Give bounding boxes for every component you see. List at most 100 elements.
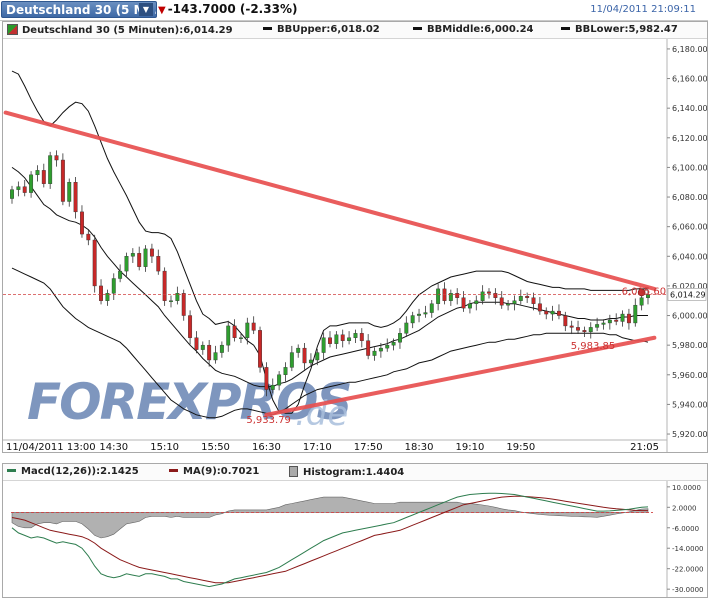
candle-body: [506, 303, 511, 306]
candle-body: [67, 182, 72, 202]
candle-body: [328, 337, 332, 344]
legend-histogram-value: Histogram:1.4404: [303, 467, 405, 478]
candle-body: [417, 313, 421, 316]
candle-body: [99, 285, 103, 301]
candle-body: [626, 313, 631, 324]
y-tick-label: 6,060.00: [672, 223, 707, 232]
last-update-datetime: 11/04/2011 21:09:11: [590, 4, 696, 15]
price-annotation: 5,983.85: [571, 341, 616, 352]
candle-body: [537, 303, 542, 312]
candle-body: [499, 297, 504, 306]
macd-y-tick-label: -22.0000: [672, 566, 703, 574]
y-tick-label: 6,120.00: [672, 134, 707, 143]
candle-body: [334, 334, 339, 344]
candle-body: [35, 170, 40, 176]
y-tick-label: 5,920.00: [672, 430, 707, 439]
x-tick-label: 19:10: [456, 442, 485, 452]
y-tick-label: 6,000.00: [672, 312, 707, 321]
candle-body: [512, 300, 517, 304]
candle-body: [385, 344, 390, 349]
candle-body: [353, 333, 358, 338]
candle-body: [576, 327, 580, 331]
candle-body: [429, 303, 434, 313]
candle-body: [226, 325, 231, 346]
bb-middle-swatch: [413, 26, 422, 30]
candle-body: [118, 270, 123, 279]
macd-y-tick-label: 2.0000: [672, 504, 697, 512]
candle-body: [92, 239, 97, 287]
candle-body: [296, 347, 301, 353]
y-tick-label: 5,940.00: [672, 400, 707, 409]
macd-panel: Macd(12,26)):2.1425 MA(9):0.7021 Histogr…: [2, 463, 708, 598]
histogram-swatch: [289, 466, 298, 477]
candle-body: [264, 367, 269, 390]
legend-macd-value: Macd(12,26)):2.1425: [21, 466, 139, 477]
candle-body: [200, 344, 205, 350]
candle-body: [283, 367, 288, 375]
macd-y-tick-label: 10.0000: [672, 484, 701, 492]
price-chart[interactable]: 6,180.00 6,160.00 6,140.00 6,120.00 6,100.00…: [3, 39, 707, 452]
candlestick-icon: [7, 24, 18, 35]
candle-body: [188, 315, 193, 338]
legend-macd: Macd(12,26)):2.1425: [7, 466, 139, 477]
macd-histogram: [11, 496, 649, 539]
candle-body: [639, 297, 644, 306]
x-tick-label: 21:05: [630, 442, 659, 452]
candle-body: [340, 334, 345, 341]
candle-body: [633, 304, 638, 324]
candle-body: [277, 374, 282, 386]
bb-lower-swatch: [561, 26, 570, 30]
price-annotation: 5,933.79: [246, 415, 291, 426]
candle-body: [162, 270, 167, 301]
macd-y-tick-label: -6.0000: [672, 525, 699, 533]
candle-body: [366, 340, 371, 356]
candle-body: [245, 322, 250, 338]
candle-body: [54, 155, 59, 161]
candle-body: [423, 312, 428, 315]
candle-body: [467, 303, 472, 309]
candle-body: [563, 315, 568, 327]
macd-chart[interactable]: 10.0000 2.0000 -6.0000 -14.0000 -22.0000 -30.…: [3, 481, 707, 597]
candle-body: [29, 174, 34, 193]
candle-body: [595, 324, 600, 328]
candle-body: [557, 310, 561, 316]
x-tick-label: 17:10: [303, 442, 332, 452]
legend-bb-lower: BBLower:5,982.47: [561, 24, 678, 35]
candle-body: [308, 359, 313, 364]
x-tick-label: 15:10: [150, 442, 179, 452]
candle-body: [550, 310, 555, 315]
candle-body: [48, 155, 53, 184]
instrument-selector[interactable]: Deutschland 30 (5 Mi... ▼: [1, 1, 157, 18]
instrument-selector-label: Deutschland 30 (5 Mi...: [6, 3, 157, 17]
legend-ma-value: MA(9):0.7021: [183, 466, 260, 477]
macd-y-tick-label: -30.0000: [672, 586, 703, 594]
candle-body: [372, 350, 377, 356]
last-price-label: 6,014.29: [670, 290, 706, 299]
candle-body: [398, 333, 402, 343]
price-chart-legend: Deutschland 30 (5 Minuten):6,014.29 BBUp…: [3, 22, 707, 39]
y-tick-label: 5,980.00: [672, 341, 707, 350]
candle-body: [80, 211, 84, 235]
candle-body: [251, 322, 256, 331]
legend-instrument: Deutschland 30 (5 Minuten):6,014.29: [7, 24, 233, 36]
x-tick-label: 16:30: [252, 442, 281, 452]
candle-body: [111, 278, 116, 294]
candle-body: [156, 256, 161, 272]
x-tick-label: 19:50: [506, 442, 535, 452]
x-tick-label: 18:30: [405, 442, 434, 452]
candle-body: [410, 315, 415, 324]
legend-bb-middle-value: BBMiddle:6,000.24: [427, 24, 534, 35]
y-tick-label: 5,960.00: [672, 371, 707, 380]
candle-body: [461, 297, 466, 309]
candle-body: [442, 288, 447, 301]
chevron-down-icon[interactable]: ▼: [139, 3, 153, 16]
candle-body: [391, 342, 396, 346]
top-bar: Deutschland 30 (5 Mi... ▼ ▼ -143.7000 (-2…: [0, 0, 708, 21]
candle-body: [614, 319, 619, 322]
candle-body: [130, 253, 135, 257]
candle-body: [474, 300, 479, 304]
candle-body: [137, 253, 142, 267]
candle-body: [525, 296, 530, 298]
legend-bb-upper: BBUpper:6,018.02: [263, 24, 380, 35]
bb-upper-swatch: [263, 26, 272, 30]
